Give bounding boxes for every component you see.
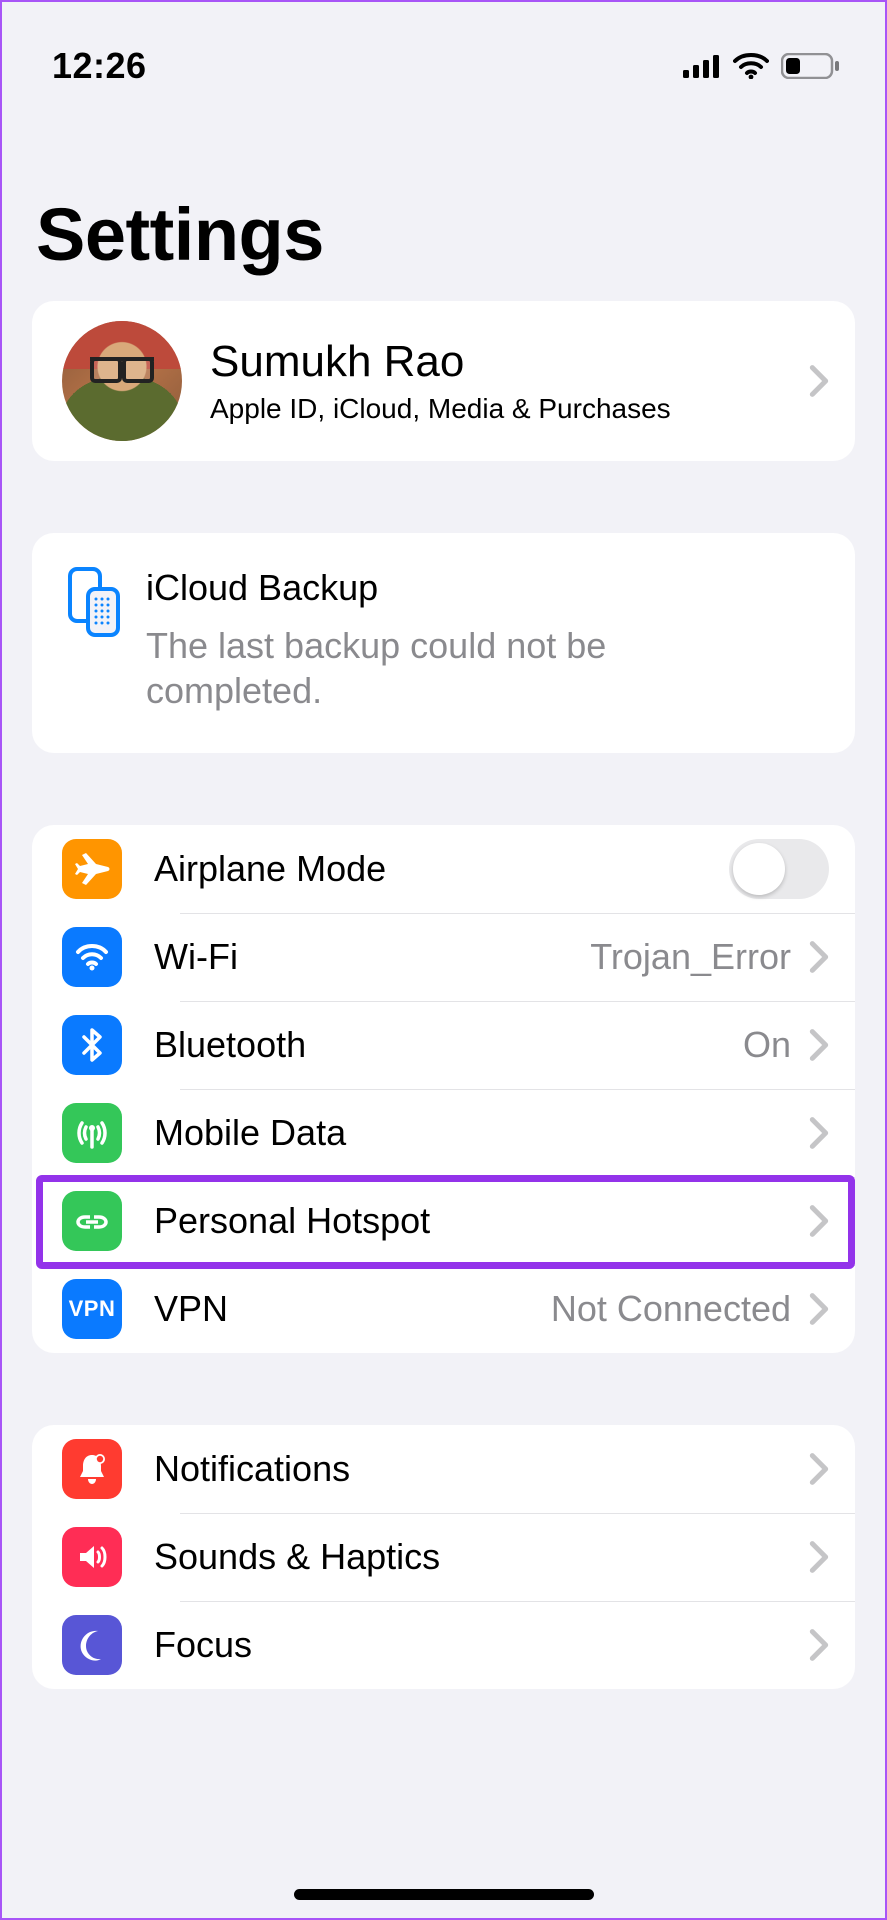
backup-subtitle: The last backup could not be completed. [146,623,706,713]
airplane-mode-row[interactable]: Airplane Mode [32,825,855,913]
row-label: Airplane Mode [154,848,729,890]
chevron-right-icon [809,363,829,399]
vpn-icon: VPN [62,1279,122,1339]
personal-hotspot-row[interactable]: Personal Hotspot [32,1177,855,1265]
row-value: Not Connected [551,1288,791,1330]
backup-title: iCloud Backup [146,567,706,609]
profile-group: Sumukh Rao Apple ID, iCloud, Media & Pur… [32,301,855,461]
status-indicators [683,53,841,79]
chevron-right-icon [809,939,829,975]
airplane-icon [62,839,122,899]
devices-icon [62,567,122,713]
chevron-right-icon [809,1027,829,1063]
airplane-toggle[interactable] [729,839,829,899]
row-label: Sounds & Haptics [154,1536,809,1578]
chevron-right-icon [809,1115,829,1151]
focus-row[interactable]: Focus [32,1601,855,1689]
wifi-icon [62,927,122,987]
icloud-backup-group: iCloud Backup The last backup could not … [32,533,855,753]
cellular-icon [683,54,721,78]
chevron-right-icon [809,1539,829,1575]
system-group: Notifications Sounds & Haptics Focus [32,1425,855,1689]
chevron-right-icon [809,1203,829,1239]
link-icon [62,1191,122,1251]
vpn-row[interactable]: VPN VPN Not Connected [32,1265,855,1353]
battery-icon [781,53,841,79]
speaker-icon [62,1527,122,1587]
profile-subtitle: Apple ID, iCloud, Media & Purchases [210,393,809,425]
connectivity-group: Airplane Mode Wi-Fi Trojan_Error Bluetoo… [32,825,855,1353]
row-label: Focus [154,1624,809,1666]
status-bar: 12:26 [2,2,885,102]
row-label: Personal Hotspot [154,1200,809,1242]
row-label: VPN [154,1288,551,1330]
row-label: Bluetooth [154,1024,743,1066]
antenna-icon [62,1103,122,1163]
status-time: 12:26 [52,45,147,87]
bluetooth-icon [62,1015,122,1075]
moon-icon [62,1615,122,1675]
row-value: Trojan_Error [590,936,791,978]
profile-name: Sumukh Rao [210,337,809,387]
chevron-right-icon [809,1451,829,1487]
row-value: On [743,1024,791,1066]
page-title: Settings [2,102,885,301]
icloud-backup-row[interactable]: iCloud Backup The last backup could not … [32,533,855,753]
mobile-data-row[interactable]: Mobile Data [32,1089,855,1177]
chevron-right-icon [809,1291,829,1327]
bluetooth-row[interactable]: Bluetooth On [32,1001,855,1089]
apple-id-row[interactable]: Sumukh Rao Apple ID, iCloud, Media & Pur… [32,301,855,461]
wifi-icon [733,53,769,79]
row-label: Notifications [154,1448,809,1490]
wifi-row[interactable]: Wi-Fi Trojan_Error [32,913,855,1001]
bell-icon [62,1439,122,1499]
home-indicator [294,1889,594,1900]
notifications-row[interactable]: Notifications [32,1425,855,1513]
sounds-row[interactable]: Sounds & Haptics [32,1513,855,1601]
row-label: Wi-Fi [154,936,590,978]
chevron-right-icon [809,1627,829,1663]
avatar [62,321,182,441]
row-label: Mobile Data [154,1112,809,1154]
